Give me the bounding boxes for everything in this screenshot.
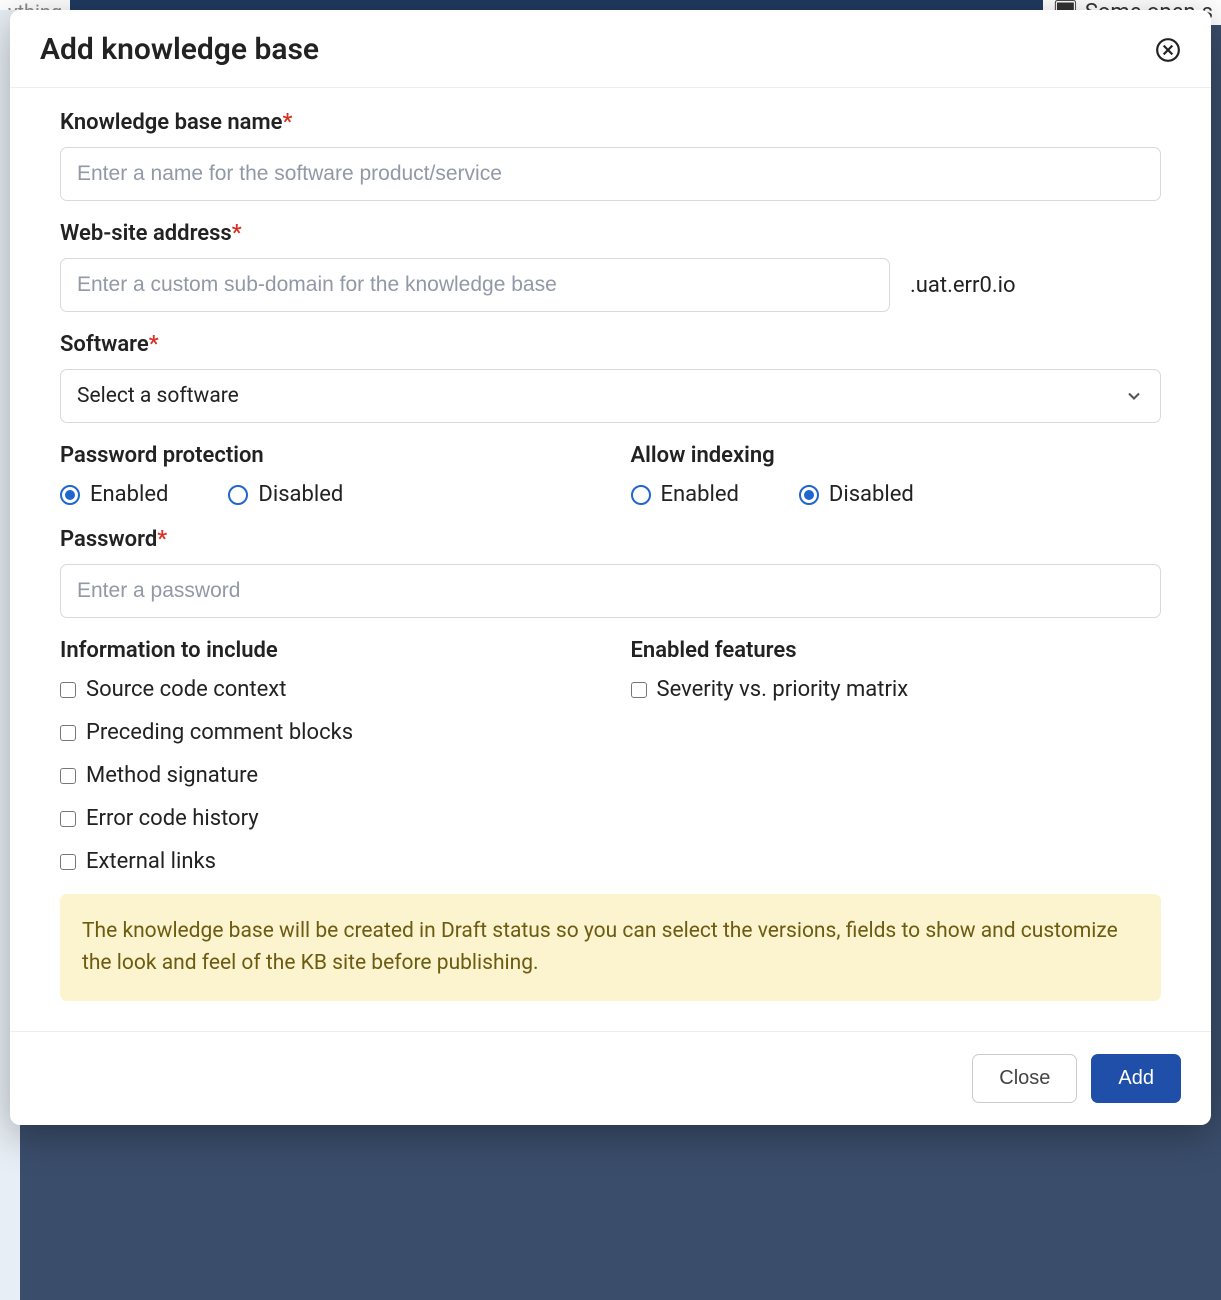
kb-name-input[interactable] xyxy=(60,147,1161,201)
allow-indexing-group: Allow indexing Enabled Disabled xyxy=(631,443,1162,507)
website-field: Web-site address* .uat.err0.io xyxy=(60,221,1161,312)
protection-indexing-row: Password protection Enabled Disabled All… xyxy=(60,443,1161,507)
feature-severity-priority-matrix[interactable]: Severity vs. priority matrix xyxy=(631,677,1162,702)
draft-status-notice: The knowledge base will be created in Dr… xyxy=(60,894,1161,1001)
password-protection-enabled[interactable]: Enabled xyxy=(60,482,168,507)
close-icon[interactable] xyxy=(1155,37,1181,63)
software-select-value: Select a software xyxy=(77,384,239,408)
website-label: Web-site address* xyxy=(60,221,1161,246)
radio-icon xyxy=(60,485,80,505)
modal-header: Add knowledge base xyxy=(10,10,1211,88)
info-include-label: Information to include xyxy=(60,638,591,663)
website-suffix: .uat.err0.io xyxy=(910,273,1016,298)
password-input[interactable] xyxy=(60,564,1161,618)
checkbox-icon xyxy=(60,811,76,827)
kb-name-label: Knowledge base name* xyxy=(60,110,1161,135)
allow-indexing-enabled[interactable]: Enabled xyxy=(631,482,739,507)
add-kb-modal: Add knowledge base Knowledge base name* … xyxy=(10,10,1211,1125)
software-label: Software* xyxy=(60,332,1161,357)
website-input[interactable] xyxy=(60,258,890,312)
modal-title: Add knowledge base xyxy=(40,32,319,67)
include-external-links[interactable]: External links xyxy=(60,849,591,874)
enabled-features-group: Enabled features Severity vs. priority m… xyxy=(631,638,1162,874)
info-include-group: Information to include Source code conte… xyxy=(60,638,591,874)
radio-icon xyxy=(228,485,248,505)
software-field: Software* Select a software xyxy=(60,332,1161,423)
include-preceding-comment-blocks[interactable]: Preceding comment blocks xyxy=(60,720,591,745)
enabled-features-label: Enabled features xyxy=(631,638,1162,663)
include-error-code-history[interactable]: Error code history xyxy=(60,806,591,831)
include-source-code-context[interactable]: Source code context xyxy=(60,677,591,702)
background-header-strip xyxy=(0,0,1221,10)
radio-icon xyxy=(799,485,819,505)
checkbox-icon xyxy=(60,682,76,698)
modal-body: Knowledge base name* Web-site address* .… xyxy=(10,88,1211,1031)
background-text-left: ything xyxy=(0,0,70,10)
modal-footer: Close Add xyxy=(10,1031,1211,1125)
include-method-signature[interactable]: Method signature xyxy=(60,763,591,788)
close-button[interactable]: Close xyxy=(972,1054,1077,1103)
include-features-row: Information to include Source code conte… xyxy=(60,638,1161,874)
password-protection-disabled[interactable]: Disabled xyxy=(228,482,343,507)
chevron-down-icon xyxy=(1124,386,1144,406)
checkbox-icon xyxy=(631,682,647,698)
allow-indexing-disabled[interactable]: Disabled xyxy=(799,482,914,507)
software-select[interactable]: Select a software xyxy=(60,369,1161,423)
checkbox-icon xyxy=(60,768,76,784)
password-protection-group: Password protection Enabled Disabled xyxy=(60,443,591,507)
password-field: Password* xyxy=(60,527,1161,618)
allow-indexing-label: Allow indexing xyxy=(631,443,1162,468)
add-button[interactable]: Add xyxy=(1091,1054,1181,1103)
password-label: Password* xyxy=(60,527,1161,552)
password-protection-label: Password protection xyxy=(60,443,591,468)
kb-name-field: Knowledge base name* xyxy=(60,110,1161,201)
checkbox-icon xyxy=(60,854,76,870)
checkbox-icon xyxy=(60,725,76,741)
radio-icon xyxy=(631,485,651,505)
